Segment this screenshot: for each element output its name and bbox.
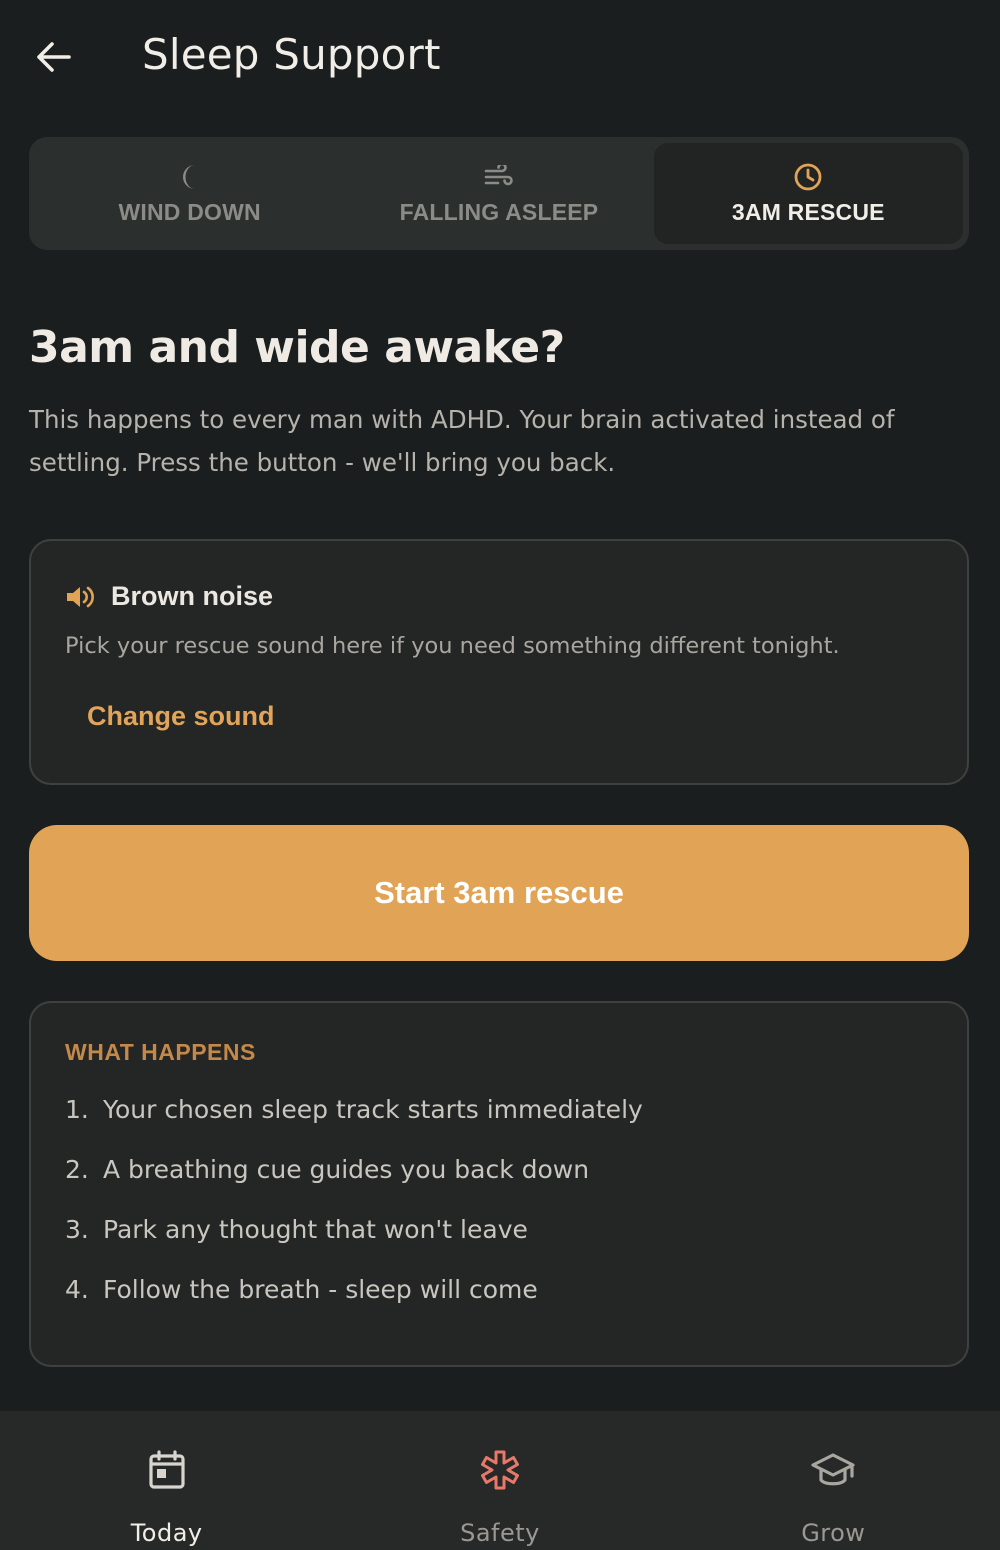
clock-icon bbox=[793, 161, 823, 193]
nav-label: Today bbox=[130, 1519, 203, 1547]
list-item: 2. A breathing cue guides you back down bbox=[65, 1155, 643, 1215]
step-text: A breathing cue guides you back down bbox=[103, 1155, 590, 1184]
moon-icon bbox=[178, 161, 202, 193]
section-headline: 3am and wide awake? bbox=[29, 322, 565, 373]
nav-label: Grow bbox=[801, 1519, 866, 1547]
tab-label: 3AM RESCUE bbox=[731, 199, 885, 225]
nav-label: Safety bbox=[460, 1519, 540, 1547]
steps-title: WHAT HAPPENS bbox=[65, 1039, 256, 1065]
tab-label: WIND DOWN bbox=[118, 199, 261, 225]
wind-icon bbox=[484, 161, 514, 193]
tab-wind-down[interactable]: WIND DOWN bbox=[35, 143, 344, 244]
step-text: Park any thought that won't leave bbox=[103, 1215, 528, 1244]
start-rescue-label: Start 3am rescue bbox=[374, 875, 624, 910]
asterisk-icon bbox=[479, 1447, 521, 1493]
calendar-icon bbox=[148, 1447, 186, 1493]
list-item: 4. Follow the breath - sleep will come bbox=[65, 1275, 643, 1335]
list-item: 3. Park any thought that won't leave bbox=[65, 1215, 643, 1275]
step-number: 4. bbox=[65, 1275, 89, 1304]
sleep-mode-tabs: WIND DOWN FALLING ASLEEP 3AM RESCUE bbox=[29, 137, 969, 250]
step-number: 3. bbox=[65, 1215, 89, 1244]
tab-label: FALLING ASLEEP bbox=[399, 199, 599, 225]
step-text: Follow the breath - sleep will come bbox=[103, 1275, 538, 1304]
nav-item-safety[interactable]: Safety bbox=[333, 1411, 666, 1550]
steps-list: 1. Your chosen sleep track starts immedia… bbox=[65, 1095, 643, 1335]
page-title: Sleep Support bbox=[142, 30, 441, 79]
tab-3am-rescue[interactable]: 3AM RESCUE bbox=[653, 143, 963, 244]
sound-description: Pick your rescue sound here if you need … bbox=[65, 633, 840, 659]
nav-item-today[interactable]: Today bbox=[0, 1411, 333, 1550]
arrow-left-icon bbox=[37, 42, 71, 72]
step-number: 1. bbox=[65, 1095, 89, 1124]
app-header: Sleep Support bbox=[0, 0, 1000, 118]
what-happens-card: WHAT HAPPENS 1. Your chosen sleep track s… bbox=[29, 1001, 969, 1367]
step-text: Your chosen sleep track starts immediate… bbox=[103, 1095, 643, 1124]
bottom-nav: Today Safety Grow bbox=[0, 1411, 1000, 1550]
change-sound-button[interactable]: Change sound bbox=[87, 701, 275, 732]
sound-row: Brown noise bbox=[65, 581, 273, 612]
graduation-cap-icon bbox=[810, 1447, 856, 1493]
sound-name: Brown noise bbox=[111, 581, 274, 611]
sound-card: Brown noise Pick your rescue sound here … bbox=[29, 539, 969, 785]
start-rescue-button[interactable]: Start 3am rescue bbox=[29, 825, 969, 961]
step-number: 2. bbox=[65, 1155, 89, 1184]
tab-falling-asleep[interactable]: FALLING ASLEEP bbox=[344, 143, 653, 244]
intro-text: This happens to every man with ADHD. You… bbox=[29, 405, 895, 477]
nav-item-grow[interactable]: Grow bbox=[667, 1411, 1000, 1550]
list-item: 1. Your chosen sleep track starts immedia… bbox=[65, 1095, 643, 1155]
back-button[interactable] bbox=[30, 34, 76, 80]
speaker-icon bbox=[65, 582, 95, 612]
